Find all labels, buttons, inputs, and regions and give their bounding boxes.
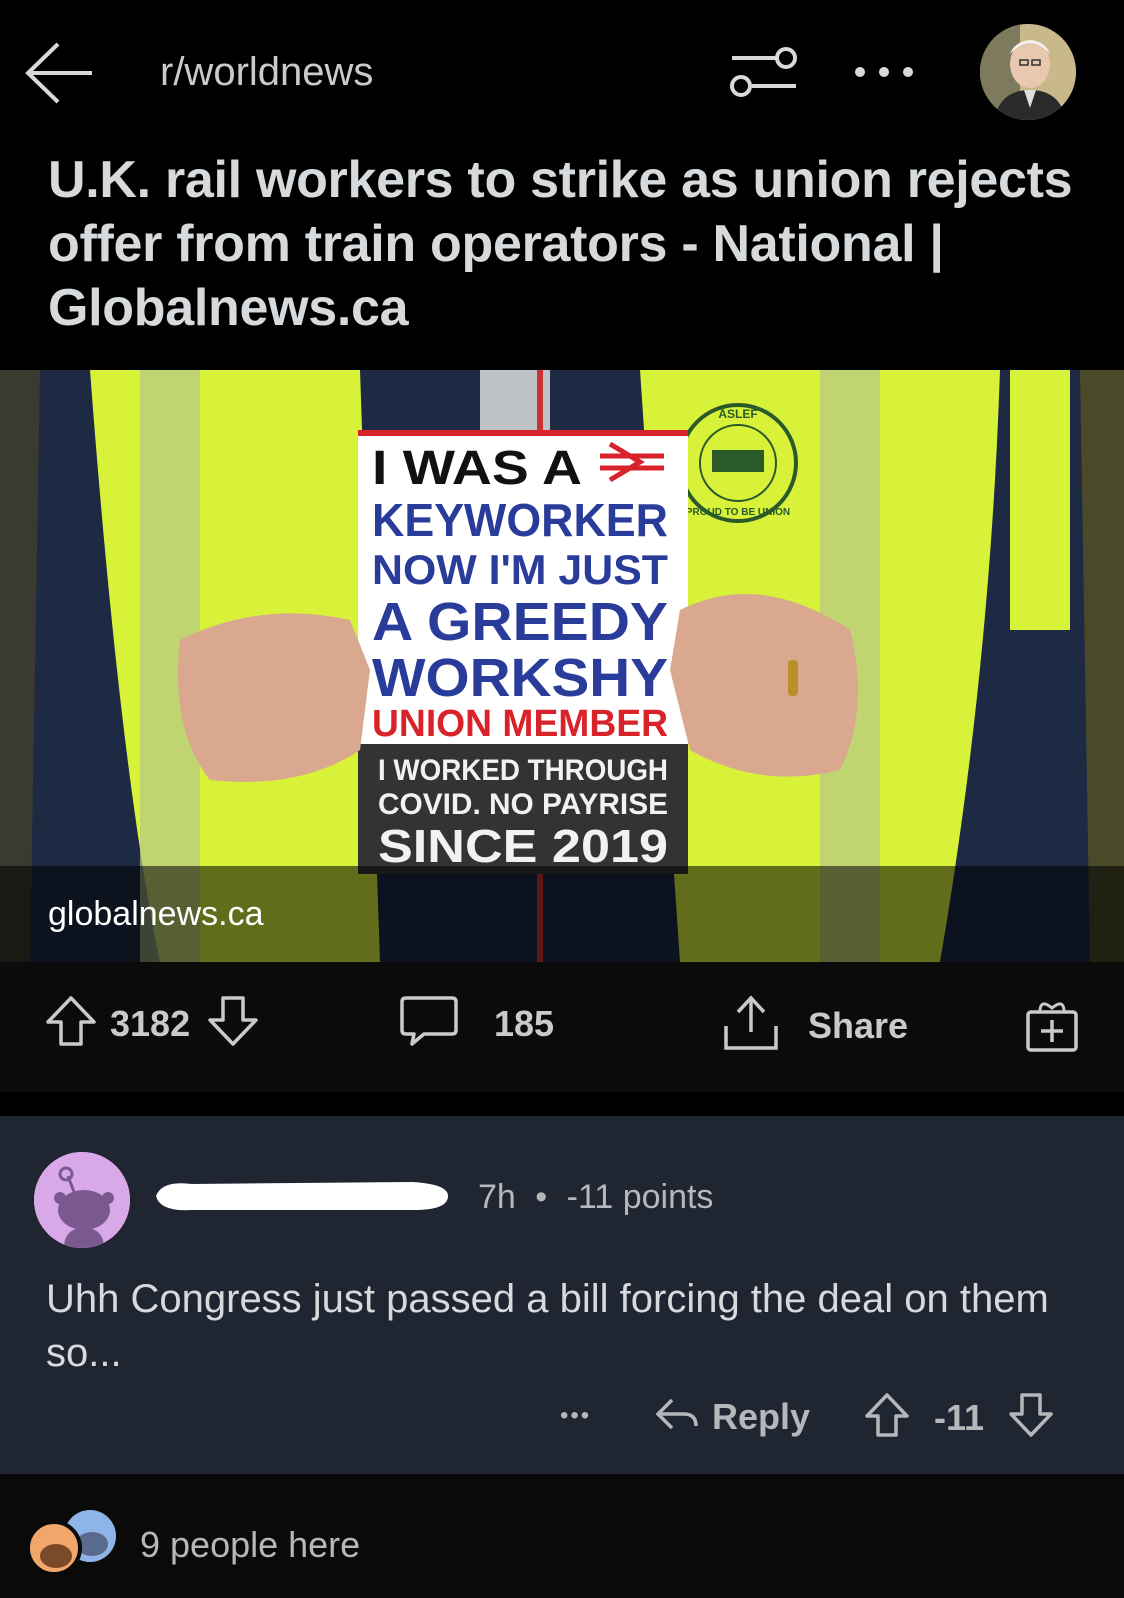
award-button[interactable] xyxy=(1022,994,1082,1059)
presence-avatars xyxy=(22,1506,122,1576)
gift-icon xyxy=(1022,994,1082,1059)
badge-top-text: ASLEF xyxy=(718,407,757,421)
meta-separator: • xyxy=(535,1178,548,1216)
link-domain: globalnews.ca xyxy=(48,895,264,933)
sign-line-3: NOW I'M JUST xyxy=(372,546,668,593)
people-here-count: 9 people here xyxy=(140,1524,361,1565)
commenter-avatar[interactable] xyxy=(34,1152,130,1248)
post-action-bar: 3182 185 Share xyxy=(0,962,1124,1092)
comments-button[interactable]: 185 xyxy=(398,992,554,1055)
presence-bar: 9 people here xyxy=(0,1474,1124,1598)
downvote-icon[interactable] xyxy=(204,992,262,1055)
top-bar: r/worldnews xyxy=(0,0,1124,145)
post-link-thumbnail[interactable]: ASLEF PROUD TO BE UNION I WAS A KEYWORKE… xyxy=(0,370,1124,962)
comment-actions: ••• Reply -11 xyxy=(0,1393,1124,1452)
comment-meta: 7h • -11 points xyxy=(478,1178,713,1217)
share-label: Share xyxy=(808,1004,909,1046)
sign-line-2: KEYWORKER xyxy=(372,494,668,546)
redacted-username[interactable] xyxy=(152,1174,452,1218)
user-avatar[interactable] xyxy=(980,24,1076,120)
reply-arrow-icon xyxy=(654,1394,700,1439)
badge-bottom-text: PROUD TO BE UNION xyxy=(686,507,790,518)
protest-sign: I WAS A KEYWORKER NOW I'M JUST A GREEDY … xyxy=(358,430,688,874)
comment-body: Uhh Congress just passed a bill forcing … xyxy=(46,1277,1049,1375)
subreddit-name[interactable]: r/worldnews xyxy=(160,50,373,95)
sign-line-4: A GREEDY xyxy=(372,592,668,652)
comment-time: 7h xyxy=(478,1178,516,1216)
comment-upvote-icon[interactable] xyxy=(862,1390,912,1445)
comment-more-options[interactable]: ••• xyxy=(560,1402,591,1430)
comment-count: 185 xyxy=(494,1002,555,1044)
comment-bubble-icon xyxy=(398,992,460,1055)
post-title[interactable]: U.K. rail workers to strike as union rej… xyxy=(48,148,1078,340)
share-button[interactable]: Share xyxy=(720,992,908,1059)
more-options-icon[interactable] xyxy=(850,54,918,90)
link-overlay: globalnews.ca xyxy=(0,866,1124,962)
sort-filter-icon[interactable] xyxy=(728,44,800,100)
sign-line-7: I WORKED THROUGH xyxy=(378,754,668,787)
sign-line-9: SINCE 2019 xyxy=(378,820,668,872)
comment-score: -11 xyxy=(934,1396,985,1438)
comment-card: 7h • -11 points Uhh Congress just passed… xyxy=(0,1116,1124,1474)
reply-label: Reply xyxy=(712,1395,811,1437)
comment-points: -11 points xyxy=(566,1178,714,1216)
aslef-badge: ASLEF PROUD TO BE UNION xyxy=(678,403,798,523)
reply-button[interactable]: Reply xyxy=(654,1394,810,1439)
upvote-count: 3182 xyxy=(110,1002,191,1044)
sign-line-6: UNION MEMBER xyxy=(372,703,668,745)
comment-vote-group: -11 xyxy=(862,1390,1056,1445)
sign-line-8: COVID. NO PAYRISE xyxy=(378,788,668,821)
back-arrow-icon[interactable] xyxy=(20,38,100,108)
upvote-icon[interactable] xyxy=(42,992,100,1055)
sign-line-1: I WAS A xyxy=(372,442,582,495)
comment-downvote-icon[interactable] xyxy=(1006,1390,1056,1445)
vote-group: 3182 xyxy=(42,992,262,1055)
sign-line-5: WORKSHY xyxy=(372,648,668,708)
share-icon xyxy=(720,992,782,1059)
